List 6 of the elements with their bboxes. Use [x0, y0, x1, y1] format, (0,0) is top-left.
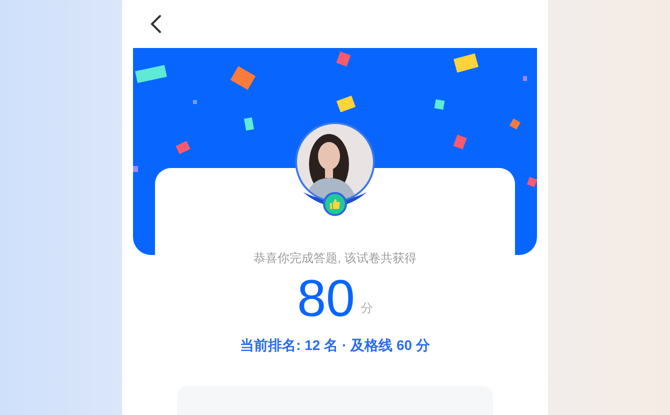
thumbs-up-badge: [323, 192, 347, 216]
completion-message: 恭喜你完成答题, 该试卷共获得: [254, 250, 416, 267]
score-unit: 分: [360, 300, 373, 317]
score-value: 80: [297, 271, 355, 327]
rank-info: 当前排名: 12 名 · 及格线 60 分: [240, 336, 430, 355]
back-button[interactable]: [148, 13, 164, 35]
